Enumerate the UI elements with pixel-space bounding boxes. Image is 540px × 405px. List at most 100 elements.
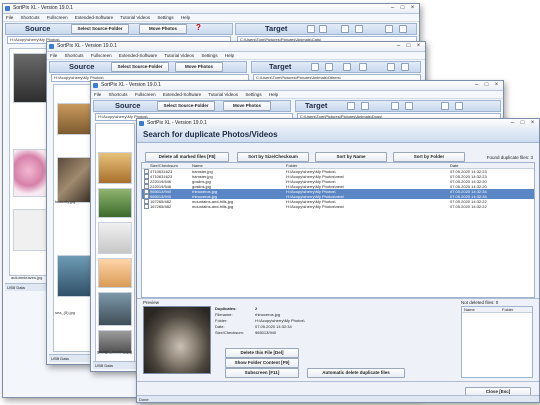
menu-shortcuts[interactable]: Shortcuts (65, 53, 84, 58)
row-checkbox[interactable] (144, 204, 149, 209)
preview-label: Preview (143, 300, 160, 305)
menu-fullscreen[interactable]: Fullscreen (91, 53, 112, 58)
maximize-icon[interactable]: □ (404, 43, 413, 49)
sort-size-button[interactable]: Sort by Size/Checksum (237, 152, 309, 162)
move-photos-button[interactable]: Move Photos (139, 24, 187, 34)
source-label: Source (25, 24, 51, 33)
dialog-header: Search for duplicate Photos/Videos (137, 128, 539, 143)
maximize-icon[interactable]: □ (398, 5, 407, 11)
menu-tutorial-videos[interactable]: Tutorial Videos (120, 15, 150, 20)
thumbnail-image[interactable] (98, 258, 132, 288)
settings-icon[interactable] (455, 102, 463, 110)
refresh-icon[interactable] (361, 102, 369, 110)
target-label: Target (305, 101, 328, 110)
show-folder-button[interactable]: Show Folder Content [F9] (225, 358, 299, 368)
close-icon[interactable]: × (528, 120, 537, 126)
delete-marked-button[interactable]: Delete all marked files [F8] (145, 152, 229, 162)
minimize-icon[interactable]: – (388, 5, 397, 11)
thumbnail-caption: garage_building.jpg (97, 349, 132, 354)
move-photos-button[interactable]: Move Photos (175, 62, 223, 72)
maximize-icon[interactable]: □ (482, 82, 491, 88)
thumbnail-image[interactable] (57, 157, 91, 203)
minimize-icon[interactable]: – (472, 82, 481, 88)
preview-image (143, 306, 211, 374)
arrow-icon[interactable] (359, 63, 367, 71)
source-label: Source (69, 62, 95, 71)
thumbnail-image[interactable] (57, 103, 91, 135)
folder-icon[interactable] (307, 25, 315, 33)
col-folder[interactable]: Folder (286, 163, 297, 168)
menu-settings[interactable]: Settings (201, 53, 217, 58)
col-name[interactable]: Name (464, 307, 475, 312)
settings-icon[interactable] (401, 63, 409, 71)
minimize-icon[interactable]: – (394, 43, 403, 49)
col-date[interactable]: Date (450, 163, 458, 168)
thumbnail-image[interactable] (98, 188, 132, 218)
col-folder[interactable]: Folder (502, 307, 513, 312)
arrow-icon[interactable] (355, 25, 363, 33)
sort-name-button[interactable]: Sort by Name (315, 152, 387, 162)
undo-icon[interactable] (387, 63, 395, 71)
target-label: Target (265, 24, 288, 33)
minimize-icon[interactable]: – (508, 120, 517, 126)
thumbnail-caption: sea_(5).jpg (55, 310, 76, 315)
refresh-icon[interactable] (325, 63, 333, 71)
menu-fullscreen[interactable]: Fullscreen (47, 15, 68, 20)
close-icon[interactable]: × (408, 5, 417, 11)
maximize-icon[interactable]: □ (518, 120, 527, 126)
search-icon[interactable] (343, 63, 351, 71)
menu-extended-software[interactable]: Extended-Software (119, 53, 157, 58)
delete-file-button[interactable]: Delete this File [Del] (225, 348, 299, 358)
menu-help[interactable]: Help (225, 53, 234, 58)
menu-help[interactable]: Help (269, 92, 278, 97)
sort-folder-button[interactable]: Sort by Folder (393, 152, 465, 162)
col-size[interactable]: Size/Checksum (150, 163, 178, 168)
col-name[interactable]: Name (192, 163, 203, 168)
menu-shortcuts[interactable]: Shortcuts (109, 92, 128, 97)
folder-icon[interactable] (311, 63, 319, 71)
thumbnail-image[interactable] (98, 152, 132, 184)
table-row[interactable]: 167265/482 mountains-and-hills.jpg H:\Acop… (142, 204, 534, 209)
move-photos-button[interactable]: Move Photos (223, 101, 271, 111)
help-icon[interactable]: ? (196, 23, 201, 32)
close-icon[interactable]: × (492, 82, 501, 88)
select-source-button[interactable]: Select Source-Folder (157, 101, 215, 111)
menu-file[interactable]: File (94, 92, 101, 97)
title-bar: SortPix XL - Version 19.0.1 – □ × (3, 4, 419, 14)
status-bar: Done (137, 395, 539, 402)
bottom-divider (137, 298, 539, 299)
thumbnail-image[interactable] (98, 222, 132, 254)
title-bar: SortPix XL - Version 19.0.1 – □ × (91, 81, 503, 91)
list-header: Name Folder (462, 307, 532, 313)
menu-shortcuts[interactable]: Shortcuts (21, 15, 40, 20)
menu-extended-software[interactable]: Extended-Software (75, 15, 113, 20)
menu-tutorial-videos[interactable]: Tutorial Videos (164, 53, 194, 58)
undo-icon[interactable] (385, 25, 393, 33)
close-icon[interactable]: × (414, 43, 423, 49)
thumbnail-image[interactable] (98, 292, 132, 326)
undo-icon[interactable] (441, 102, 449, 110)
subscreen-button[interactable]: Subscreen [F11] (225, 368, 299, 378)
settings-icon[interactable] (399, 25, 407, 33)
menu-tutorial-videos[interactable]: Tutorial Videos (208, 92, 238, 97)
menu-file[interactable]: File (50, 53, 57, 58)
auto-delete-button[interactable]: Automatic delete duplicate files (307, 368, 405, 378)
arrow-icon[interactable] (405, 102, 413, 110)
menu-extended-software[interactable]: Extended-Software (163, 92, 201, 97)
select-source-button[interactable]: Select Source-Folder (111, 62, 169, 72)
menu-settings[interactable]: Settings (245, 92, 261, 97)
thumbnail-caption: autumnleaves.jpg (11, 275, 43, 280)
search-icon[interactable] (341, 25, 349, 33)
menu-file[interactable]: File (6, 15, 13, 20)
folder-icon[interactable] (347, 102, 355, 110)
window-title: SortPix XL - Version 19.0.1 (13, 5, 73, 11)
thumbnail-image[interactable] (57, 255, 91, 297)
refresh-icon[interactable] (319, 25, 327, 33)
menu-settings[interactable]: Settings (157, 15, 173, 20)
search-icon[interactable] (391, 102, 399, 110)
menu-help[interactable]: Help (181, 15, 190, 20)
select-source-button[interactable]: Select Source-Folder (71, 24, 129, 34)
menu-fullscreen[interactable]: Fullscreen (135, 92, 156, 97)
window-title: SortPix XL - Version 19.0.1 (57, 43, 117, 49)
duplicate-table: Size/Checksum Name Folder Date 471063162… (141, 162, 535, 298)
